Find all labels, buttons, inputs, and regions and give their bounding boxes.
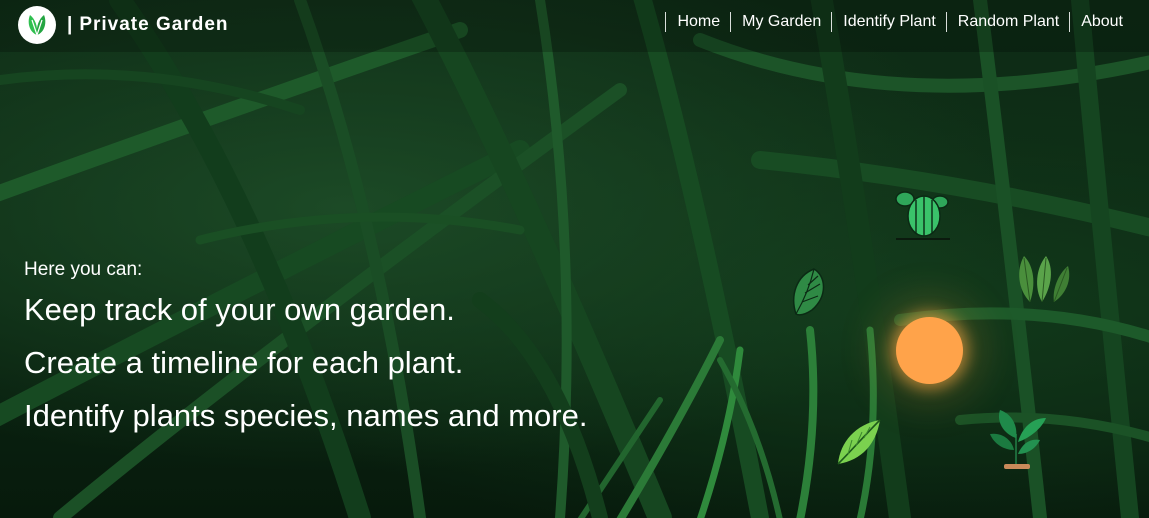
- brand[interactable]: | Private Garden: [18, 6, 229, 44]
- main-navigation: Home My Garden Identify Plant Random Pla…: [665, 12, 1123, 32]
- hero-intro: Here you can:: [24, 259, 143, 280]
- feature-line-timeline: Create a timeline for each plant.: [24, 345, 464, 380]
- nav-about[interactable]: About: [1069, 12, 1123, 32]
- green-leaf-icon: [837, 419, 881, 465]
- navbar: | Private Garden Home My Garden Identify…: [0, 0, 1149, 52]
- nav-identify-plant[interactable]: Identify Plant: [831, 12, 936, 32]
- feature-line-garden: Keep track of your own garden.: [24, 292, 455, 327]
- brand-separator: |: [67, 14, 73, 35]
- nav-home[interactable]: Home: [665, 12, 720, 32]
- hero-section: Here you can: Keep track of your own gar…: [24, 258, 587, 450]
- leaf-logo-icon[interactable]: [18, 6, 56, 44]
- brand-title[interactable]: Private Garden: [79, 14, 228, 36]
- feature-line-identify: Identify plants species, names and more.: [24, 398, 588, 433]
- cactus-icon: [895, 191, 950, 240]
- nav-my-garden[interactable]: My Garden: [730, 12, 821, 32]
- caladium-leaves-icon: [1019, 256, 1070, 303]
- potted-plant-icon: [990, 410, 1046, 469]
- nav-random-plant[interactable]: Random Plant: [945, 12, 1059, 32]
- page: | Private Garden Home My Garden Identify…: [0, 0, 1149, 518]
- sun-icon: [896, 317, 963, 384]
- monstera-leaf-icon: [793, 268, 825, 316]
